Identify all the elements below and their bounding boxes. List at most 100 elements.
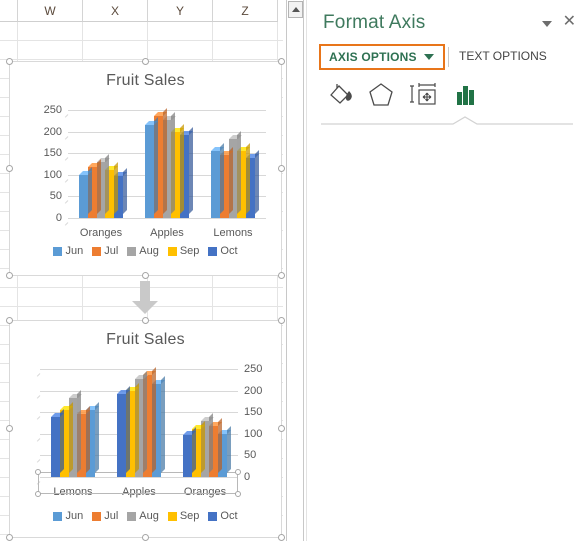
chart2-handle-br[interactable] <box>278 534 285 541</box>
spreadsheet-cell[interactable] <box>148 41 213 60</box>
spreadsheet-cell[interactable] <box>18 288 83 307</box>
chart-handle-bc[interactable] <box>141 272 149 279</box>
legend-swatch <box>208 511 218 521</box>
axis-handle-bl[interactable] <box>35 491 41 497</box>
spreadsheet-cell[interactable] <box>148 22 213 41</box>
column-header-y[interactable]: Y <box>148 0 213 22</box>
spreadsheet-cell[interactable] <box>213 288 278 307</box>
bar-side <box>105 153 110 214</box>
bar-side <box>77 389 82 473</box>
legend-label: Jul <box>104 245 119 257</box>
spreadsheet-scrollbar[interactable] <box>286 0 304 541</box>
column-header-x[interactable]: X <box>83 0 148 22</box>
bar-side <box>254 149 259 214</box>
category-axis-labels: Oranges Apples Lemons <box>68 227 266 241</box>
axis-handle-tr[interactable] <box>235 469 241 475</box>
column-header-z[interactable]: Z <box>213 0 278 22</box>
gridline <box>68 110 266 111</box>
legend-swatch <box>53 511 63 521</box>
chart-handle-tl[interactable] <box>6 58 13 65</box>
bar-side <box>96 159 101 214</box>
bar-side <box>134 383 139 473</box>
scrollbar-track[interactable] <box>288 19 303 541</box>
legend-bottom: Jun Jul Aug Sep Oct <box>10 510 281 522</box>
column-header-row: W X Y Z <box>0 0 283 22</box>
spreadsheet-cell[interactable] <box>18 22 83 41</box>
bar-side <box>188 127 193 214</box>
axis-handle-br[interactable] <box>235 491 241 497</box>
chart-handle-tc[interactable] <box>141 58 149 65</box>
chart-bar <box>183 427 196 477</box>
legend-label: Oct <box>220 245 238 257</box>
bar-side <box>200 421 205 473</box>
chart2-handle-tr[interactable] <box>278 317 285 324</box>
y-axis-tick-label: 50 <box>49 190 62 203</box>
chart-handle-bl[interactable] <box>6 272 13 279</box>
format-axis-pane: Format Axis ✕ AXIS OPTIONS TEXT OPTIONS <box>306 0 586 541</box>
gridline-edge <box>36 459 41 464</box>
fill-icon[interactable] <box>325 80 357 110</box>
spreadsheet-cell[interactable] <box>83 22 148 41</box>
chart-reversed[interactable]: Fruit Sales 0 50 100 150 200 250 Lemons Apples O… <box>6 317 285 541</box>
size-properties-icon[interactable] <box>407 80 439 110</box>
y-axis-tick-label: 0 <box>55 212 62 224</box>
down-arrow-icon <box>132 281 158 314</box>
spreadsheet-cell[interactable] <box>213 41 278 60</box>
bar-side <box>226 425 231 473</box>
spreadsheet-cell[interactable] <box>0 22 18 41</box>
effects-icon[interactable] <box>365 80 397 110</box>
spreadsheet-cell[interactable] <box>18 41 83 60</box>
chart2-handle-tl[interactable] <box>6 317 13 324</box>
chart2-handle-bl[interactable] <box>6 534 13 541</box>
bar-side <box>171 111 176 214</box>
y-axis-tick-label: 0 <box>244 471 251 483</box>
bar-side <box>218 418 223 473</box>
bar-face <box>117 394 126 477</box>
chart2-handle-bc[interactable] <box>141 534 149 541</box>
tab-divider <box>448 47 449 67</box>
spreadsheet-row[interactable] <box>0 41 283 60</box>
chart-handle-ml[interactable] <box>6 164 13 172</box>
category-label: Lemons <box>213 227 253 239</box>
tab-axis-options[interactable]: AXIS OPTIONS <box>319 44 445 70</box>
spreadsheet-cell[interactable] <box>213 22 278 41</box>
bar-side <box>162 108 167 214</box>
scroll-up-icon[interactable] <box>288 1 303 18</box>
chart-original[interactable]: Fruit Sales 0 50 100 150 200 250 Oranges Apples… <box>6 58 285 279</box>
legend-swatch <box>208 246 218 256</box>
chevron-down-icon[interactable] <box>542 21 552 27</box>
bar-side <box>114 162 119 214</box>
y-axis-tick-label: 250 <box>244 363 263 375</box>
chart2-handle-tc[interactable] <box>141 317 149 324</box>
legend-label: Jun <box>65 510 84 522</box>
plot-area-top: 0 50 100 150 200 250 Oranges Apples Lemons <box>10 62 281 275</box>
axis-options-icon[interactable] <box>449 80 481 110</box>
close-icon[interactable]: ✕ <box>563 14 576 30</box>
gridline-edge <box>36 394 41 399</box>
column-header-w[interactable]: W <box>18 0 83 22</box>
bar-face <box>51 416 60 477</box>
chart-handle-mr[interactable] <box>278 164 285 172</box>
spreadsheet-area: W X Y Z Fruit Sales 0 50 100 150 200 250 Orang… <box>0 0 306 541</box>
spreadsheet-cell[interactable] <box>83 41 148 60</box>
y-axis-tick-label: 200 <box>244 384 263 397</box>
chevron-down-icon[interactable] <box>423 54 434 60</box>
spreadsheet-cell[interactable] <box>0 288 18 307</box>
gridline-edge <box>36 437 41 442</box>
tab-text-options[interactable]: TEXT OPTIONS <box>459 49 547 63</box>
chart-handle-tr[interactable] <box>278 58 285 65</box>
axis-handle-tl[interactable] <box>35 469 41 475</box>
category-label: Oranges <box>79 227 123 239</box>
legend-label: Jun <box>65 245 84 257</box>
excel-format-axis-screen: W X Y Z Fruit Sales 0 50 100 150 200 250 Orang… <box>0 0 586 541</box>
bar-side <box>59 408 64 473</box>
legend-top: Jun Jul Aug Sep Oct <box>10 245 281 257</box>
chart-bar <box>211 143 224 218</box>
gridline-edge <box>36 373 41 377</box>
chart-handle-br[interactable] <box>278 272 285 279</box>
chart2-handle-ml[interactable] <box>6 425 13 432</box>
gridline-edge <box>64 114 69 118</box>
bar-face <box>145 125 154 218</box>
spreadsheet-row[interactable] <box>0 22 283 41</box>
chart2-handle-mr[interactable] <box>278 425 285 432</box>
